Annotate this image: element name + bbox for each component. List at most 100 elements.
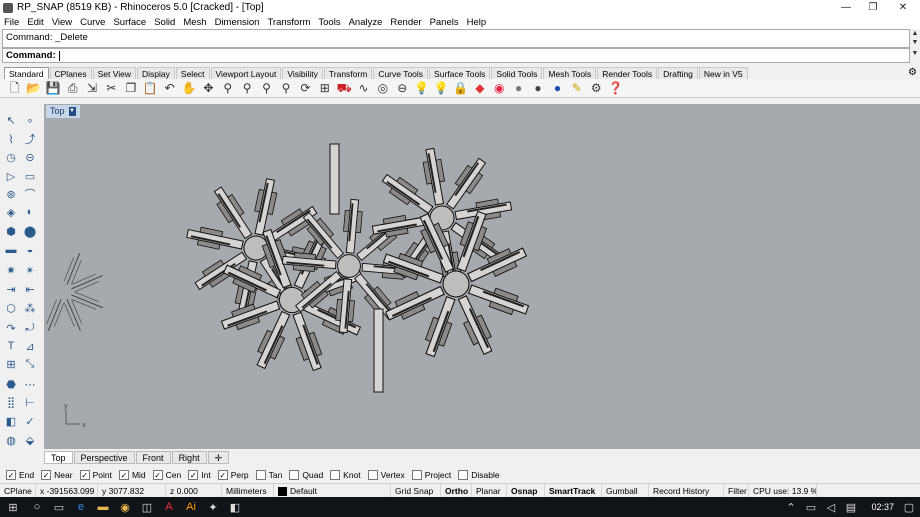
- osnap-checkbox[interactable]: ✓: [6, 469, 16, 480]
- osnap-near[interactable]: ✓ Near: [41, 469, 73, 480]
- osnap-end[interactable]: ✓ End: [6, 469, 34, 480]
- osnap-vertex[interactable]: Vertex: [367, 469, 405, 480]
- layer-icon[interactable]: ◧: [3, 413, 19, 429]
- tray-up-icon[interactable]: ⌃: [780, 497, 802, 517]
- menu-file[interactable]: File: [0, 17, 23, 28]
- select-arrow-icon[interactable]: ↖: [3, 112, 19, 128]
- filter-toggle[interactable]: Filter: [724, 483, 749, 498]
- osnap-checkbox[interactable]: ✓: [41, 469, 52, 480]
- close-button[interactable]: ✕: [888, 0, 918, 15]
- ellipse-icon[interactable]: ⊖: [394, 80, 411, 96]
- viewport-top[interactable]: Top ▼ y x: [44, 104, 920, 449]
- paste-icon[interactable]: 📋: [142, 80, 159, 96]
- tab-render-tools[interactable]: Render Tools: [597, 67, 658, 79]
- color-icon[interactable]: ◆: [471, 80, 488, 96]
- undo-icon[interactable]: ↶: [161, 80, 178, 96]
- boolean-icon[interactable]: ⬡: [3, 300, 19, 316]
- app-icon[interactable]: ◧: [224, 497, 246, 517]
- osnap-checkbox[interactable]: [330, 469, 341, 480]
- menu-mesh[interactable]: Mesh: [179, 17, 210, 28]
- pan-icon[interactable]: ✋: [181, 80, 198, 96]
- toolbar-settings-icon[interactable]: ⚙: [908, 67, 917, 79]
- solid-icon[interactable]: ▬: [3, 242, 19, 258]
- tab-new-in-v5[interactable]: New in V5: [698, 67, 748, 79]
- group-icon[interactable]: ⁂: [22, 300, 38, 316]
- cut-icon[interactable]: ✂: [103, 80, 120, 96]
- osnap-checkbox[interactable]: ✓: [188, 469, 199, 480]
- osnap-checkbox[interactable]: ✓: [152, 469, 163, 480]
- point-icon[interactable]: ◎: [374, 80, 391, 96]
- planar-toggle[interactable]: Planar: [472, 483, 507, 498]
- tab-curve-tools[interactable]: Curve Tools: [373, 67, 429, 79]
- lock-icon[interactable]: 🔒: [452, 80, 469, 96]
- osnap-int[interactable]: ✓ Int: [188, 469, 211, 480]
- open-icon[interactable]: 📂: [25, 80, 42, 96]
- palette-icon[interactable]: ◉: [491, 80, 508, 96]
- cylinder-icon[interactable]: ⬤: [22, 223, 38, 239]
- history-scroll-up-icon[interactable]: ▲: [910, 30, 920, 37]
- explorer-icon[interactable]: ▬: [92, 497, 114, 517]
- sphere-icon[interactable]: ◒: [22, 242, 38, 258]
- osnap-knot[interactable]: Knot: [330, 469, 361, 480]
- light-icon[interactable]: ✎: [568, 80, 585, 96]
- current-layer[interactable]: Default: [274, 483, 391, 498]
- scale-icon[interactable]: ⤡: [22, 356, 38, 372]
- edge-icon[interactable]: e: [70, 497, 92, 517]
- render-icon[interactable]: ●: [530, 80, 547, 96]
- smarttrack-toggle[interactable]: SmartTrack: [545, 483, 602, 498]
- acrobat-icon[interactable]: A: [158, 497, 180, 517]
- ellipse-tool-icon[interactable]: ⊝: [22, 149, 38, 165]
- polygon-icon[interactable]: ⊛: [3, 186, 19, 202]
- notifications-icon[interactable]: ▢: [898, 497, 920, 517]
- polyline-icon[interactable]: ⌇: [3, 131, 19, 147]
- point-tool-icon[interactable]: ∘: [22, 112, 38, 128]
- zoom-extents-icon[interactable]: ⚲: [258, 80, 275, 96]
- tab-drafting[interactable]: Drafting: [658, 67, 698, 79]
- osnap-project[interactable]: Project: [411, 469, 451, 480]
- arc-icon[interactable]: ▷: [3, 168, 19, 184]
- menu-solid[interactable]: Solid: [150, 17, 179, 28]
- keyboard-icon[interactable]: ▤: [840, 497, 862, 517]
- tab-perspective-view[interactable]: Perspective: [73, 450, 135, 464]
- ortho-toggle[interactable]: Ortho: [441, 483, 472, 498]
- cplane-label[interactable]: CPlane: [0, 483, 36, 498]
- command-dropdown-icon[interactable]: ▼: [910, 50, 920, 57]
- explode-icon[interactable]: ✴: [22, 262, 38, 278]
- tab-standard[interactable]: Standard: [4, 67, 49, 79]
- text-icon[interactable]: T: [3, 338, 19, 354]
- move-icon[interactable]: ✥: [200, 80, 217, 96]
- osnap-checkbox[interactable]: [458, 469, 469, 480]
- check-icon[interactable]: ✓: [22, 413, 38, 429]
- zoom-icon[interactable]: ⚲: [219, 80, 236, 96]
- grid-array-icon[interactable]: ⣿: [3, 394, 19, 410]
- chrome-icon[interactable]: ◉: [114, 497, 136, 517]
- command-line[interactable]: Command:: [2, 48, 910, 63]
- menu-transform[interactable]: Transform: [263, 17, 314, 28]
- model-geometry[interactable]: y x: [44, 104, 920, 449]
- four-viewports-icon[interactable]: ⊞: [316, 80, 333, 96]
- osnap-cen[interactable]: ✓ Cen: [152, 469, 181, 480]
- zoom-selected-icon[interactable]: ⚲: [277, 80, 294, 96]
- rectangle-icon[interactable]: ▭: [22, 168, 38, 184]
- osnap-perp[interactable]: ✓ Perp: [217, 469, 249, 480]
- tab-top-view[interactable]: Top: [44, 450, 73, 464]
- import-icon[interactable]: ⇲: [84, 80, 101, 96]
- shade-icon[interactable]: ●: [510, 80, 527, 96]
- history-scroll-down-icon[interactable]: ▼: [910, 39, 920, 46]
- osnap-checkbox[interactable]: ✓: [217, 469, 228, 480]
- osnap-quad[interactable]: Quad: [289, 469, 323, 480]
- grid-snap-toggle[interactable]: Grid Snap: [391, 483, 441, 498]
- osnap-point[interactable]: ✓ Point: [79, 469, 112, 480]
- menu-edit[interactable]: Edit: [23, 17, 47, 28]
- car-icon[interactable]: ⛟: [336, 80, 353, 96]
- trim-icon[interactable]: ⇤: [22, 281, 38, 297]
- task-view-icon[interactable]: ▭: [48, 497, 70, 517]
- osnap-checkbox[interactable]: [289, 469, 300, 480]
- osnap-checkbox[interactable]: ✓: [118, 469, 129, 480]
- align-icon[interactable]: ⋯: [22, 376, 38, 392]
- curve-icon[interactable]: ⤴: [22, 131, 38, 147]
- rhino-task-icon[interactable]: ✦: [202, 497, 224, 517]
- tab-front-view[interactable]: Front: [135, 450, 171, 464]
- units-label[interactable]: Millimeters: [222, 483, 274, 498]
- menu-analyze[interactable]: Analyze: [345, 17, 387, 28]
